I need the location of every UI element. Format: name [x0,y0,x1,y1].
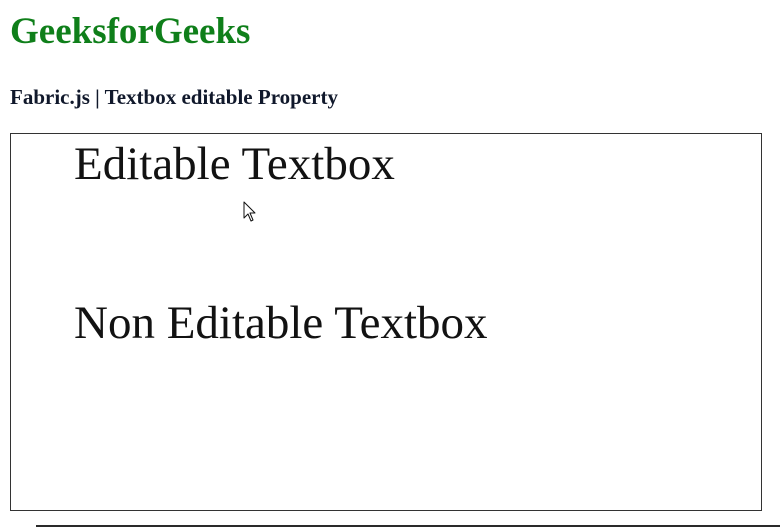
bottom-edge-divider [0,518,780,528]
non-editable-textbox[interactable]: Non Editable Textbox [74,296,488,350]
fabric-canvas[interactable]: Editable Textbox Non Editable Textbox [10,133,762,511]
editable-textbox[interactable]: Editable Textbox [74,137,395,191]
site-title: GeeksforGeeks [10,11,251,52]
mouse-pointer-icon [243,201,256,222]
page-subtitle: Fabric.js | Textbox editable Property [10,85,338,109]
